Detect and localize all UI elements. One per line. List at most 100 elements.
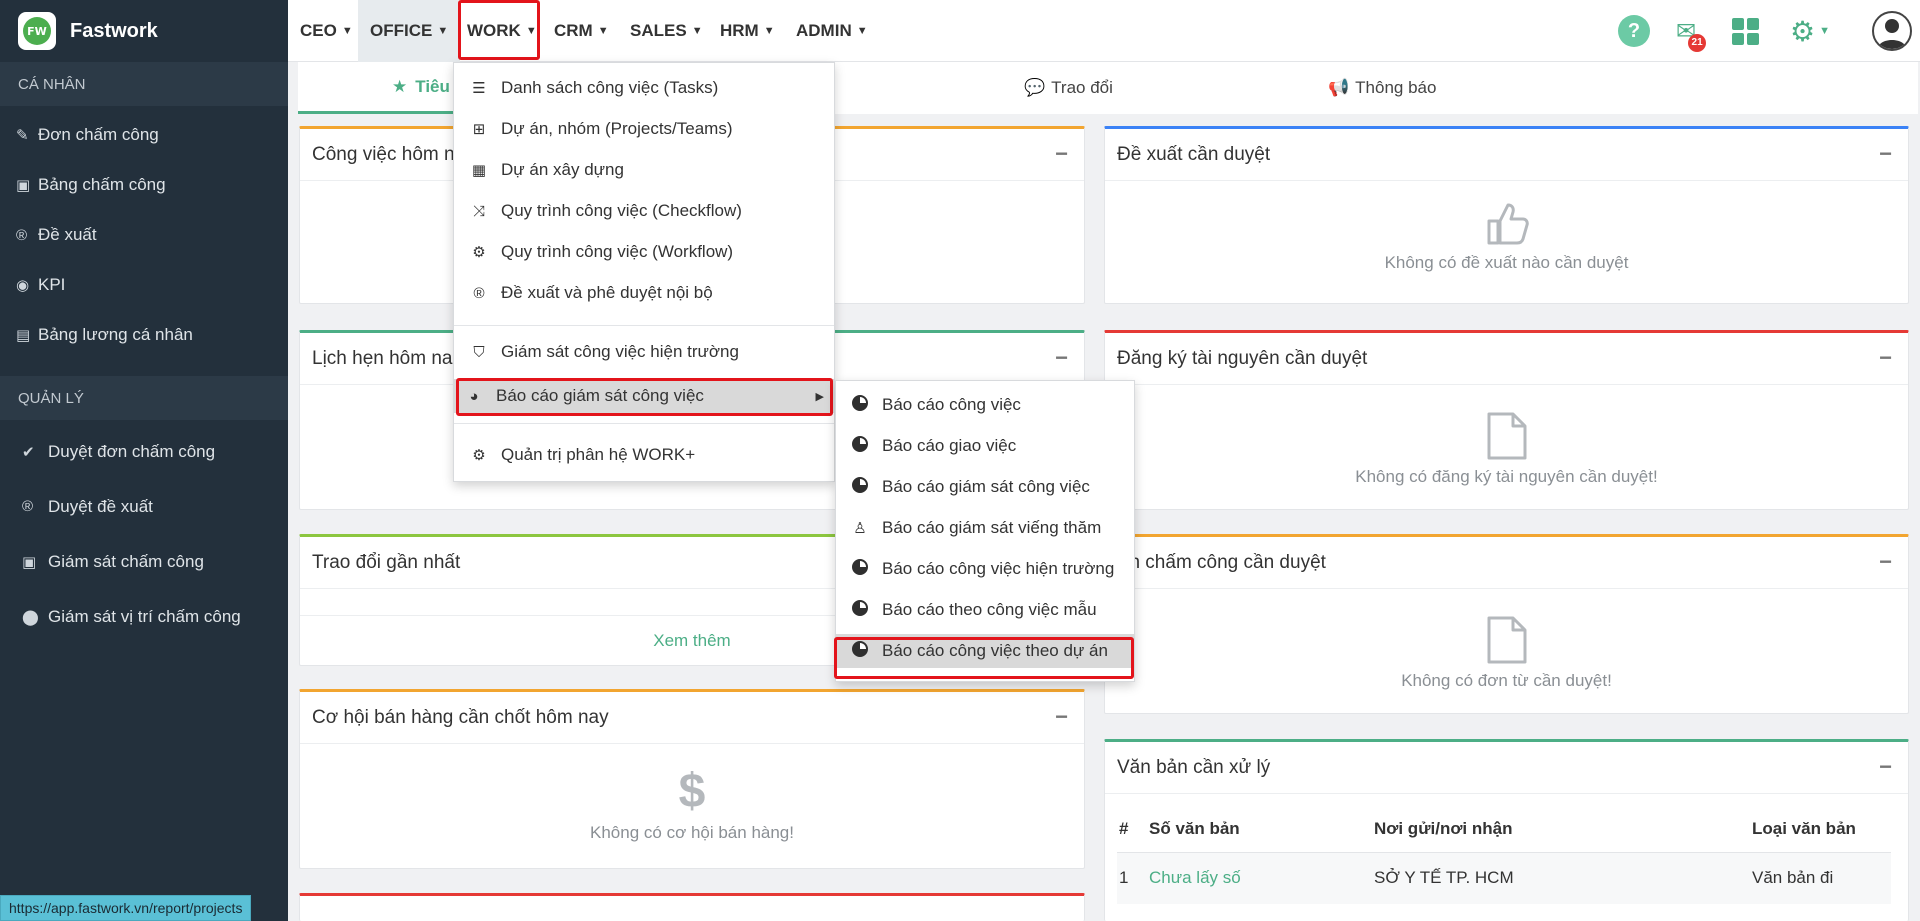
pie-chart-icon bbox=[852, 395, 868, 411]
dollar-icon: $ bbox=[678, 765, 706, 818]
table-row[interactable]: 1 Chưa lấy số SỞ Y TẾ TP. HCM Văn bản đi bbox=[1117, 852, 1891, 904]
menu-item-internal-approval[interactable]: ® Đề xuất và phê duyệt nội bộ bbox=[454, 276, 834, 310]
sidebar-section-manage: QUẢN LÝ bbox=[0, 376, 288, 420]
menu-item-work-admin[interactable]: ⚙ Quản trị phân hệ WORK+ bbox=[454, 438, 834, 472]
panel-title: Trao đổi gần nhất bbox=[312, 551, 461, 573]
menu-item-checkflow[interactable]: ⤨ Quy trình công việc (Checkflow) bbox=[454, 194, 834, 228]
fastwork-logo: FW bbox=[18, 12, 56, 50]
submenu-item-task-report[interactable]: Báo cáo công việc bbox=[836, 388, 1134, 422]
grid-icon bbox=[1732, 17, 1759, 45]
minimize-icon[interactable]: − bbox=[1055, 141, 1068, 167]
sidebar-item-label: Đơn chấm công bbox=[38, 125, 159, 144]
sidebar-item-bang-cham-cong[interactable]: ▣ Bảng chấm công bbox=[0, 160, 288, 210]
sidebar-item-kpi[interactable]: ◉ KPI bbox=[0, 260, 288, 310]
sidebar-item-duyet-don[interactable]: ✔ Duyệt đơn chấm công bbox=[0, 424, 288, 479]
edit-icon: ✎ bbox=[16, 127, 29, 144]
submenu-item-visit-report[interactable]: ♙ Báo cáo giám sát viếng thăm bbox=[836, 511, 1134, 545]
sidebar-item-don-cham-cong[interactable]: ✎ Đơn chấm công bbox=[0, 110, 288, 160]
help-button[interactable]: ? bbox=[1618, 0, 1650, 62]
file-icon bbox=[1487, 616, 1526, 664]
minimize-icon[interactable]: − bbox=[1055, 345, 1068, 371]
minimize-icon[interactable]: − bbox=[1879, 141, 1892, 167]
tab-trao-doi[interactable]: 💬 Trao đổi bbox=[1024, 62, 1113, 114]
tab-label: Trao đổi bbox=[1051, 78, 1113, 97]
sidebar-item-duyet-de-xuat[interactable]: ® Duyệt đề xuất bbox=[0, 479, 288, 534]
cell-doc-type: Văn bản đi bbox=[1750, 852, 1891, 904]
nav-sales[interactable]: SALES ▼ bbox=[618, 0, 715, 62]
shield-icon: ⛉ bbox=[473, 343, 485, 361]
nav-crm[interactable]: CRM ▼ bbox=[542, 0, 621, 62]
menu-item-label: Dự án, nhóm (Projects/Teams) bbox=[501, 119, 733, 138]
sidebar-item-giam-sat-vi-tri[interactable]: ⬤ Giám sát vị trí chấm công bbox=[0, 589, 288, 644]
caret-down-icon: ▼ bbox=[856, 25, 868, 37]
nav-hrm[interactable]: HRM ▼ bbox=[708, 0, 787, 62]
envelope-icon: ✉ 21 bbox=[1676, 17, 1707, 52]
submenu-item-assignment-report[interactable]: Báo cáo giao việc bbox=[836, 429, 1134, 463]
pie-chart-icon bbox=[852, 559, 868, 575]
submenu-item-monitoring-report[interactable]: Báo cáo giám sát công việc bbox=[836, 470, 1134, 504]
menu-item-label: Dự án xây dựng bbox=[501, 160, 624, 179]
menu-item-label: Giám sát công việc hiện trường bbox=[501, 342, 739, 361]
documents-table: # Số văn bản Nơi gửi/nơi nhận Loại văn b… bbox=[1117, 806, 1891, 904]
minimize-icon[interactable]: − bbox=[1879, 345, 1892, 371]
panel-sales-opportunities: Cơ hội bán hàng cần chốt hôm nay − $ Khôn… bbox=[299, 689, 1085, 869]
tab-tieu-diem[interactable]: ★ Tiêu bbox=[298, 62, 458, 114]
column-header: Nơi gửi/nơi nhận bbox=[1372, 806, 1750, 853]
nav-admin[interactable]: ADMIN ▼ bbox=[784, 0, 880, 62]
minimize-icon[interactable]: − bbox=[1879, 754, 1892, 780]
mail-button[interactable]: ✉ 21 bbox=[1676, 0, 1707, 62]
sidebar-item-label: KPI bbox=[38, 275, 66, 294]
minimize-icon[interactable]: − bbox=[1879, 549, 1892, 575]
user-avatar-button[interactable] bbox=[1872, 0, 1912, 62]
sidebar-item-de-xuat[interactable]: ® Đề xuất bbox=[0, 210, 288, 260]
nav-label: ADMIN bbox=[796, 21, 852, 40]
menu-divider bbox=[454, 325, 834, 326]
nav-label: SALES bbox=[630, 21, 687, 40]
menu-item-field-monitoring[interactable]: ⛉ Giám sát công việc hiện trường bbox=[454, 335, 834, 369]
nav-label: OFFICE bbox=[370, 21, 433, 40]
tab-thong-bao[interactable]: 📢 Thông báo bbox=[1328, 62, 1436, 114]
nav-office[interactable]: OFFICE ▼ bbox=[358, 0, 461, 62]
sidebar-item-giam-sat-cham-cong[interactable]: ▣ Giám sát chấm công bbox=[0, 534, 288, 589]
registered-icon: ® bbox=[473, 284, 485, 302]
menu-item-projects-teams[interactable]: ⊞ Dự án, nhóm (Projects/Teams) bbox=[454, 112, 834, 146]
menu-item-workflow[interactable]: ⚙ Quy trình công việc (Workflow) bbox=[454, 235, 834, 269]
menu-item-monitoring-reports[interactable]: ◕ Báo cáo giám sát công việc ▶ bbox=[454, 379, 834, 413]
cell-doc-number[interactable]: Chưa lấy số bbox=[1147, 852, 1372, 904]
empty-message: Không có đề xuất nào cần duyệt bbox=[1384, 253, 1629, 272]
column-header: Số văn bản bbox=[1147, 806, 1372, 853]
star-icon: ★ bbox=[392, 76, 408, 96]
sidebar-item-label: Đề xuất bbox=[38, 225, 97, 244]
menu-item-label: Danh sách công việc (Tasks) bbox=[501, 78, 719, 97]
file-icon bbox=[1487, 412, 1526, 460]
submenu-item-label: Báo cáo theo công việc mẫu bbox=[882, 600, 1097, 619]
logo-mark: FW bbox=[23, 17, 51, 45]
panel-bottom-partial bbox=[299, 893, 1085, 921]
menu-item-tasks[interactable]: ☰ Danh sách công việc (Tasks) bbox=[454, 71, 834, 105]
tab-label: Tiêu bbox=[415, 76, 450, 96]
column-header: Loại văn bản bbox=[1750, 806, 1891, 853]
menu-item-construction-projects[interactable]: ▦ Dự án xây dựng bbox=[454, 153, 834, 187]
submenu-item-field-report[interactable]: Báo cáo công việc hiện trường bbox=[836, 552, 1134, 586]
cell-sender-receiver: SỞ Y TẾ TP. HCM bbox=[1372, 852, 1750, 904]
panel-title: Đề xuất cần duyệt bbox=[1117, 143, 1271, 165]
submenu-item-template-report[interactable]: Báo cáo theo công việc mẫu bbox=[836, 593, 1134, 627]
nav-work[interactable]: WORK ▼ bbox=[455, 0, 549, 62]
submenu-item-label: Báo cáo giám sát viếng thăm bbox=[882, 518, 1102, 537]
caret-right-icon: ▶ bbox=[815, 390, 824, 403]
pie-chart-icon bbox=[852, 477, 868, 493]
calendar-check-icon: ▣ bbox=[16, 177, 31, 194]
sidebar-item-bang-luong[interactable]: ▤ Bảng lương cá nhân bbox=[0, 310, 288, 360]
menu-item-label: Quản trị phân hệ WORK+ bbox=[501, 445, 696, 464]
cell-number: 1 bbox=[1117, 852, 1147, 904]
nav-ceo[interactable]: CEO ▼ bbox=[288, 0, 365, 62]
panel-title: Văn bản cần xử lý bbox=[1117, 756, 1271, 778]
settings-button[interactable]: ⚙ ▼ bbox=[1790, 0, 1830, 62]
sidebar-item-label: Duyệt đề xuất bbox=[48, 496, 153, 516]
apps-button[interactable] bbox=[1732, 0, 1759, 62]
random-icon: ⤨ bbox=[472, 202, 485, 220]
submenu-item-project-report[interactable]: Báo cáo công việc theo dự án bbox=[836, 634, 1134, 668]
minimize-icon[interactable]: − bbox=[1055, 704, 1068, 730]
brand[interactable]: FW Fastwork bbox=[0, 0, 288, 62]
registered-icon: ® bbox=[22, 498, 34, 515]
